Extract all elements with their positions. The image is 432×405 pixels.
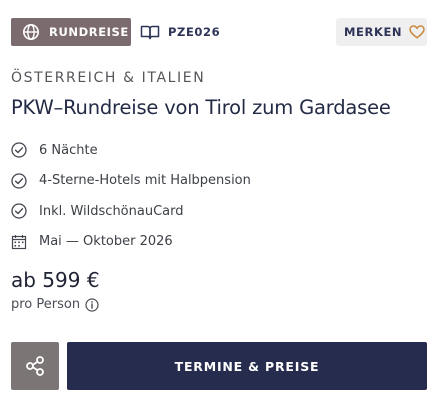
bookmark-label: MERKEN	[344, 25, 403, 39]
info-icon[interactable]	[85, 297, 99, 312]
calendar-icon	[11, 234, 27, 249]
feature-label: 4-Sterne-Hotels mit Halbpension	[39, 173, 251, 189]
price-unit: pro Person	[11, 297, 99, 312]
check-circle-icon	[11, 142, 27, 158]
travel-period-label: Mai — Oktober 2026	[39, 234, 173, 250]
trip-code: PZE026	[140, 18, 220, 46]
globe-icon	[23, 24, 39, 40]
trip-region: ÖSTERREICH & ITALIEN	[11, 70, 206, 86]
feature-item: Inkl. WildschönauCard	[11, 196, 251, 227]
dates-and-prices-button[interactable]: TERMINE & PREISE	[67, 342, 427, 390]
trip-code-label: PZE026	[168, 25, 221, 39]
check-circle-icon	[11, 173, 27, 189]
feature-item: Mai — Oktober 2026	[11, 227, 251, 258]
share-button[interactable]	[11, 342, 59, 390]
heart-icon	[409, 25, 425, 39]
feature-item: 6 Nächte	[11, 135, 251, 166]
trip-type-badge: RUNDREISE	[11, 18, 131, 46]
feature-list: 6 Nächte 4-Sterne-Hotels mit Halbpension…	[11, 135, 251, 257]
feature-item: 4-Sterne-Hotels mit Halbpension	[11, 166, 251, 197]
bookmark-button[interactable]: MERKEN	[336, 18, 427, 46]
feature-label: Inkl. WildschönauCard	[39, 203, 184, 219]
share-icon	[26, 356, 44, 376]
trip-type-label: RUNDREISE	[49, 25, 129, 39]
trip-title: PKW–Rundreise von Tirol zum Gardasee	[11, 96, 391, 119]
book-icon	[140, 25, 160, 40]
feature-label: 6 Nächte	[39, 142, 98, 158]
price-amount: ab 599 €	[11, 268, 100, 292]
check-circle-icon	[11, 203, 27, 219]
price-unit-label: pro Person	[11, 297, 81, 312]
